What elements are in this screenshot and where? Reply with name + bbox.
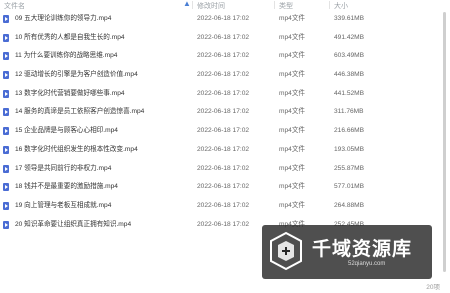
file-type: mp4文件	[279, 71, 306, 79]
file-row[interactable]: 15 企业品牌是与顾客心心相印.mp4 2022-06-18 17:02 mp4文件…	[0, 122, 450, 141]
file-name: 12 驱动增长的引擎是为客户创造价值.mp4	[15, 71, 138, 79]
file-type: mp4文件	[279, 108, 306, 116]
item-count: 20项	[426, 284, 440, 291]
video-file-icon	[3, 183, 9, 192]
file-row[interactable]: 13 数字化时代营销要做好哪些事.mp4 2022-06-18 17:02 mp4文…	[0, 85, 450, 104]
file-size: 193.05MB	[334, 145, 365, 153]
video-file-icon	[3, 127, 9, 136]
file-modified-date: 2022-06-18 17:02	[197, 164, 250, 172]
video-file-icon	[3, 145, 9, 154]
file-row[interactable]: 11 为什么要训练你的战略思维.mp4 2022-06-18 17:02 mp4文件…	[0, 47, 450, 66]
file-name: 09 五大理论训练你的领导力.mp4	[15, 15, 112, 22]
file-size: 603.49MB	[334, 52, 365, 60]
file-row[interactable]: 19 向上管理与老板互相成就.mp4 2022-06-18 17:02 mp4文件 2…	[0, 197, 450, 216]
file-type: mp4文件	[279, 33, 306, 41]
file-name: 15 企业品牌是与顾客心心相印.mp4	[15, 127, 118, 135]
file-modified-date: 2022-06-18 17:02	[197, 89, 250, 97]
column-divider[interactable]	[329, 1, 330, 9]
file-type: mp4文件	[279, 164, 306, 172]
column-divider[interactable]	[192, 1, 193, 9]
file-modified-date: 2022-06-18 17:02	[197, 108, 250, 116]
vertical-scrollbar[interactable]	[442, 10, 446, 278]
video-file-icon	[3, 108, 9, 117]
video-file-icon	[3, 52, 9, 61]
file-modified-date: 2022-06-18 17:02	[197, 220, 250, 228]
file-size: 577.01MB	[334, 183, 365, 191]
file-type: mp4文件	[279, 127, 306, 135]
file-name: 11 为什么要训练你的战略思维.mp4	[15, 52, 118, 60]
file-size: 441.52MB	[334, 89, 365, 97]
file-modified-date: 2022-06-18 17:02	[197, 15, 250, 22]
file-name: 16 数字化时代组织发生的根本性改变.mp4	[15, 145, 138, 153]
video-file-icon	[3, 33, 9, 42]
video-file-icon	[3, 201, 9, 210]
file-size: 339.61MB	[334, 15, 365, 22]
file-size: 491.42MB	[334, 33, 365, 41]
watermark-title: 千域资源库	[312, 238, 413, 260]
watermark-logo-icon	[270, 231, 302, 271]
file-type: mp4文件	[279, 89, 306, 97]
file-size: 446.38MB	[334, 71, 365, 79]
column-divider[interactable]	[274, 1, 275, 9]
file-name: 17 领导是共同前行的非权力.mp4	[15, 164, 112, 172]
watermark-url: 52qianyu.com	[348, 261, 386, 267]
file-name: 13 数字化时代营销要做好哪些事.mp4	[15, 89, 125, 97]
file-row[interactable]: 14 服务的真谛是员工依照客户创造惊喜.mp4 2022-06-18 17:02 m…	[0, 103, 450, 122]
sort-up-icon: ▲	[183, 0, 191, 8]
file-row[interactable]: 17 领导是共同前行的非权力.mp4 2022-06-18 17:02 mp4文件 2…	[0, 160, 450, 179]
file-modified-date: 2022-06-18 17:02	[197, 145, 250, 153]
file-row[interactable]: 16 数字化时代组织发生的根本性改变.mp4 2022-06-18 17:02 mp…	[0, 141, 450, 160]
file-row[interactable]: 12 驱动增长的引擎是为客户创造价值.mp4 2022-06-18 17:02 mp…	[0, 66, 450, 85]
file-type: mp4文件	[279, 201, 306, 209]
file-type: mp4文件	[279, 52, 306, 60]
file-size: 311.76MB	[334, 108, 364, 116]
file-name: 18 钱并不是最重要的激励措施.mp4	[15, 183, 118, 191]
video-file-icon	[3, 164, 9, 173]
file-size: 255.87MB	[334, 164, 365, 172]
file-modified-date: 2022-06-18 17:02	[197, 183, 250, 191]
file-modified-date: 2022-06-18 17:02	[197, 201, 250, 209]
file-type: mp4文件	[279, 145, 306, 153]
file-size: 216.66MB	[334, 127, 365, 135]
file-row[interactable]: 09 五大理论训练你的领导力.mp4 2022-06-18 17:02 mp4文件 3…	[0, 10, 450, 29]
video-file-icon	[3, 220, 9, 229]
file-modified-date: 2022-06-18 17:02	[197, 33, 250, 41]
video-file-icon	[3, 71, 9, 80]
file-type: mp4文件	[279, 183, 306, 191]
file-row[interactable]: 18 钱并不是最重要的激励措施.mp4 2022-06-18 17:02 mp4文件…	[0, 178, 450, 197]
file-name: 20 知识革命要让组织真正拥有知识.mp4	[15, 220, 132, 228]
file-name: 19 向上管理与老板互相成就.mp4	[15, 201, 112, 209]
watermark: 千域资源库 52qianyu.com	[262, 225, 432, 279]
file-row[interactable]: 10 所有优秀的人都是自我生长的.mp4 2022-06-18 17:02 mp4文…	[0, 29, 450, 48]
file-type: mp4文件	[279, 15, 306, 22]
file-modified-date: 2022-06-18 17:02	[197, 71, 250, 79]
file-name: 14 服务的真谛是员工依照客户创造惊喜.mp4	[15, 108, 145, 116]
column-header-bar: 文件名 ▲ 修改时间 类型 大小	[0, 0, 450, 10]
scrollbar-thumb[interactable]	[443, 12, 446, 272]
file-modified-date: 2022-06-18 17:02	[197, 127, 250, 135]
file-name: 10 所有优秀的人都是自我生长的.mp4	[15, 33, 125, 41]
file-size: 264.88MB	[334, 201, 365, 209]
file-modified-date: 2022-06-18 17:02	[197, 52, 250, 60]
video-file-icon	[3, 89, 9, 98]
file-list: 09 五大理论训练你的领导力.mp4 2022-06-18 17:02 mp4文件 3…	[0, 10, 450, 234]
video-file-icon	[3, 15, 9, 23]
